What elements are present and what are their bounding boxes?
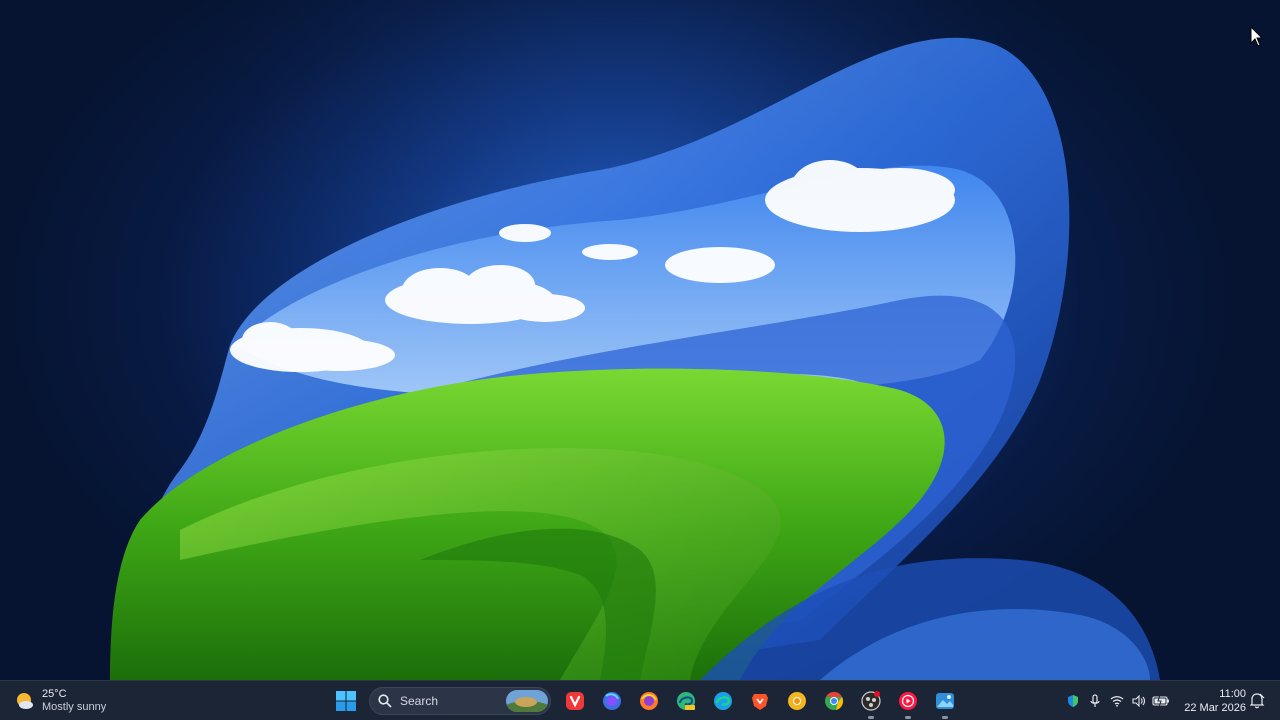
chrome-button[interactable] (818, 685, 850, 717)
running-indicator (905, 716, 911, 719)
running-indicator (868, 716, 874, 719)
search-label: Search (400, 694, 439, 708)
firefox-icon (640, 692, 658, 710)
wifi-tray-button[interactable] (1106, 685, 1128, 717)
search-icon (378, 694, 392, 708)
running-indicator (942, 716, 948, 719)
weather-temperature: 25°C (42, 688, 67, 700)
chrome-icon (825, 692, 844, 710)
defender-tray-button[interactable] (1062, 685, 1084, 717)
microphone-tray-button[interactable] (1084, 685, 1106, 717)
wifi-icon (1110, 696, 1124, 707)
firefox-dev-icon (603, 692, 621, 710)
defender-icon (1068, 695, 1078, 707)
start-button[interactable] (330, 685, 362, 717)
mouse-cursor (1250, 26, 1264, 47)
vivaldi-button[interactable] (559, 685, 591, 717)
edge-canary-button[interactable] (670, 685, 702, 717)
wallpaper (0, 0, 1280, 680)
system-tray (1062, 685, 1172, 717)
chrome-canary-button[interactable] (781, 685, 813, 717)
youtube-music-icon (899, 692, 917, 710)
system-clock[interactable]: 11:00 22 Mar 2026 (1184, 687, 1246, 715)
volume-tray-button[interactable] (1128, 685, 1150, 717)
chrome-canary-icon (788, 692, 806, 710)
battery-icon (1152, 695, 1169, 707)
edge-button[interactable] (707, 685, 739, 717)
volume-icon (1132, 695, 1145, 707)
desktop[interactable] (0, 0, 1280, 680)
weather-condition: Mostly sunny (42, 701, 107, 713)
obs-icon (861, 691, 881, 711)
brave-button[interactable] (744, 685, 776, 717)
edge-icon (714, 692, 732, 710)
clock-time: 11:00 (1219, 688, 1246, 700)
photos-button[interactable] (929, 685, 961, 719)
firefox-dev-button[interactable] (596, 685, 628, 717)
notification-bell-icon[interactable] (1249, 691, 1265, 711)
brave-icon (752, 694, 768, 710)
edge-canary-icon (677, 692, 695, 710)
taskbar-apps: Search (330, 685, 966, 719)
windows-start-icon (336, 691, 356, 711)
youtube-music-button[interactable] (892, 685, 924, 719)
firefox-button[interactable] (633, 685, 665, 717)
photos-icon (936, 693, 954, 709)
microphone-icon (1090, 694, 1100, 707)
taskbar: 25°C Mostly sunny Search 11:00 22 Mar 20… (0, 680, 1280, 720)
vivaldi-icon (566, 692, 584, 710)
obs-button[interactable] (855, 685, 887, 719)
search-highlight-image (506, 690, 548, 712)
battery-tray-button[interactable] (1150, 685, 1172, 717)
taskbar-search[interactable]: Search (369, 687, 551, 715)
weather-widget[interactable]: 25°C Mostly sunny (14, 685, 106, 717)
clock-date: 22 Mar 2026 (1184, 702, 1246, 714)
partly-sunny-icon (17, 693, 33, 709)
